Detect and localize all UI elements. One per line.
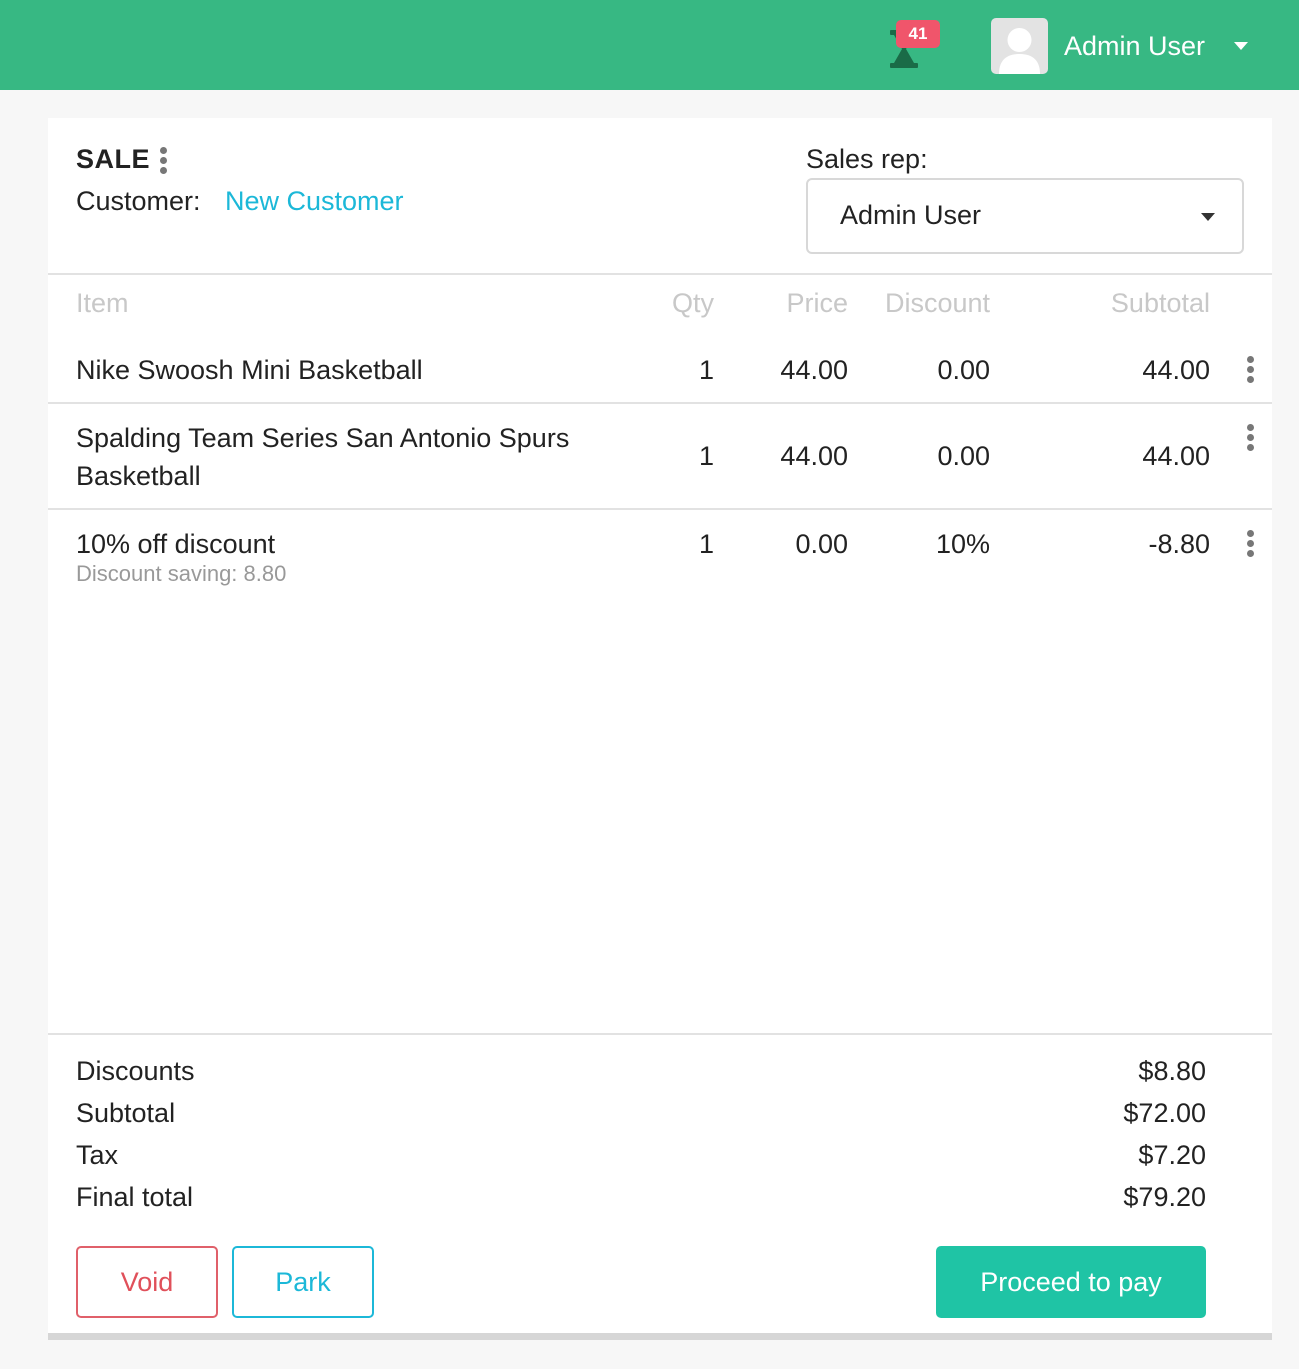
row-item-name: Nike Swoosh Mini Basketball bbox=[76, 355, 423, 385]
row-subtotal: -8.80 bbox=[1148, 529, 1210, 559]
final-total-value: $79.20 bbox=[1123, 1182, 1206, 1212]
discounts-label: Discounts bbox=[76, 1056, 195, 1086]
row-discount: 10% bbox=[935, 529, 990, 559]
column-header-subtotal: Subtotal bbox=[1110, 288, 1210, 318]
discounts-value: $8.80 bbox=[1138, 1056, 1206, 1086]
row-price: 44.00 bbox=[780, 355, 848, 385]
row-discount: 0.00 bbox=[937, 355, 990, 385]
row-subtotal: 44.00 bbox=[1142, 355, 1210, 385]
kebab-menu-icon[interactable] bbox=[1244, 356, 1256, 386]
chevron-down-icon bbox=[1201, 213, 1215, 221]
tax-value: $7.20 bbox=[1138, 1140, 1206, 1170]
top-bar: 41 Admin User bbox=[0, 0, 1299, 90]
kebab-menu-icon[interactable] bbox=[1244, 530, 1256, 560]
kebab-menu-icon[interactable] bbox=[1244, 424, 1256, 454]
user-menu-name[interactable]: Admin User bbox=[1064, 28, 1205, 64]
row-price: 0.00 bbox=[795, 529, 848, 559]
user-avatar-icon bbox=[999, 28, 1040, 74]
avatar[interactable] bbox=[991, 18, 1048, 74]
sales-rep-value: Admin User bbox=[840, 200, 982, 230]
row-qty: 1 bbox=[698, 441, 714, 471]
row-item-name: Spalding Team Series San Antonio Spurs bbox=[76, 423, 570, 453]
row-discount: 0.00 bbox=[937, 441, 990, 471]
sale-panel: SALE Customer: New Customer Sales rep: A… bbox=[48, 118, 1272, 1340]
subtotal-label: Subtotal bbox=[76, 1098, 176, 1128]
row-item-name: 10% off discount bbox=[76, 529, 276, 559]
void-button[interactable]: Void bbox=[76, 1246, 218, 1318]
notifications-button[interactable]: 41 bbox=[884, 20, 944, 70]
row-subtotal: 44.00 bbox=[1142, 441, 1210, 471]
sale-menu-icon[interactable] bbox=[157, 147, 169, 177]
row-qty: 1 bbox=[698, 355, 714, 385]
column-header-qty: Qty bbox=[671, 288, 714, 318]
column-header-discount: Discount bbox=[884, 288, 990, 318]
sales-rep-select[interactable]: Admin User bbox=[806, 178, 1244, 254]
divider bbox=[48, 402, 1272, 404]
park-button[interactable]: Park bbox=[232, 1246, 374, 1318]
row-qty: 1 bbox=[698, 529, 714, 559]
caret-down-icon[interactable] bbox=[1234, 42, 1248, 50]
row-price: 44.00 bbox=[780, 441, 848, 471]
subtotal-value: $72.00 bbox=[1123, 1098, 1206, 1128]
new-customer-link[interactable]: New Customer bbox=[225, 186, 404, 217]
discount-saving-note: Discount saving: 8.80 bbox=[76, 561, 287, 586]
divider bbox=[48, 1033, 1272, 1035]
notification-count-badge: 41 bbox=[896, 20, 940, 48]
column-header-item: Item bbox=[76, 288, 129, 318]
row-item-name-line2: Basketball bbox=[76, 461, 201, 491]
sales-rep-label: Sales rep: bbox=[806, 144, 928, 174]
tax-label: Tax bbox=[76, 1140, 119, 1170]
final-total-label: Final total bbox=[76, 1182, 194, 1212]
divider bbox=[48, 508, 1272, 510]
customer-label: Customer: bbox=[76, 186, 201, 216]
sale-title: SALE bbox=[76, 144, 151, 174]
proceed-to-pay-button[interactable]: Proceed to pay bbox=[936, 1246, 1206, 1318]
column-header-price: Price bbox=[786, 288, 848, 318]
divider bbox=[48, 273, 1272, 275]
